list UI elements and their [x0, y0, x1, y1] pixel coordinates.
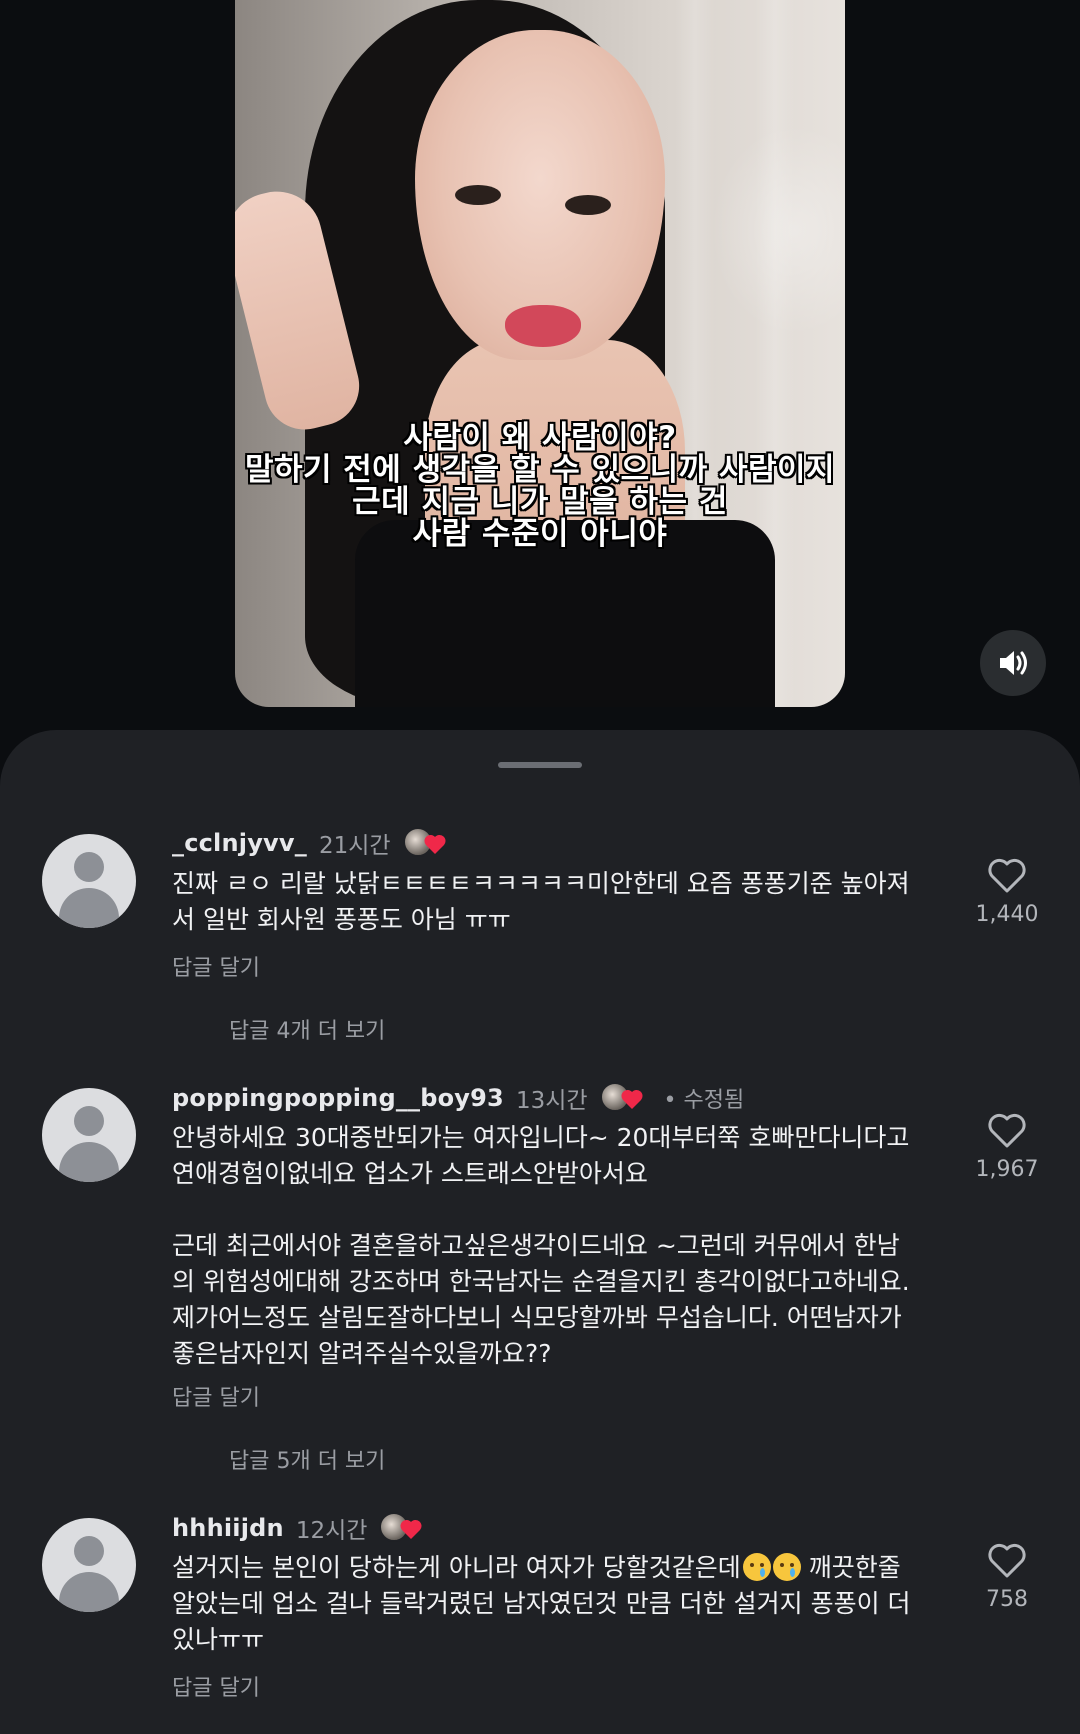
like-count: 1,440: [975, 902, 1039, 927]
like-button[interactable]: 1,440: [962, 858, 1052, 927]
creator-liked-badge: [379, 1512, 422, 1544]
heart-filled-icon: [621, 1089, 643, 1109]
comment-meta: poppingpopping__boy93 13시간 • 수정됨: [172, 1081, 744, 1115]
app-root: 사람이 왜 사람이야? 말하기 전에 생각을 할 수 있으니까 사람이지 근데 …: [0, 0, 1080, 1734]
comment-meta: hhhiijdn 12시간: [172, 1511, 422, 1545]
creator-liked-badge: [402, 827, 446, 859]
heart-outline-icon: [988, 1543, 1026, 1578]
comment-username[interactable]: _cclnjyvv_: [172, 829, 307, 857]
view-more-replies-button[interactable]: 답글 5개 더 보기: [229, 1443, 385, 1475]
view-more-replies-button[interactable]: 답글 4개 더 보기: [229, 1013, 385, 1045]
comment-paragraph: 진짜 ㄹㅇ 리랄 났닭ㅌㅌㅌㅌㅋㅋㅋㅋㅋ미안한데 요즘 퐁퐁기준 높아져서 일반…: [172, 869, 910, 934]
heart-outline-icon: [988, 1113, 1026, 1148]
comments-sheet: _cclnjyvv_ 21시간 진짜 ㄹㅇ 리랄 났닭ㅌㅌㅌㅌㅋㅋㅋㅋㅋ미안한데…: [0, 730, 1080, 1734]
reply-button[interactable]: 답글 달기: [172, 1380, 260, 1412]
like-button[interactable]: 758: [962, 1543, 1052, 1612]
creator-liked-badge: [599, 1082, 643, 1114]
avatar-head: [74, 1536, 104, 1566]
speaker-icon: [1000, 651, 1027, 675]
video-player[interactable]: [235, 0, 845, 707]
like-count: 758: [986, 1587, 1028, 1612]
comment-time: 12시간: [295, 1518, 368, 1544]
like-button[interactable]: 1,967: [962, 1113, 1052, 1182]
comment-username[interactable]: hhhiijdn: [172, 1514, 284, 1542]
sound-toggle-button[interactable]: [980, 630, 1046, 696]
avatar-body: [59, 1142, 119, 1182]
heart-outline-icon: [988, 858, 1026, 893]
video-area: 사람이 왜 사람이야? 말하기 전에 생각을 할 수 있으니까 사람이지 근데 …: [0, 0, 1080, 740]
crying-face-emoji: [742, 1553, 771, 1581]
avatar[interactable]: [42, 1088, 136, 1182]
comment-time: 13시간: [515, 1088, 588, 1114]
comment-paragraph: 근데 최근에서야 결혼을하고싶은생각이드네요 ~그런데 커뮤에서 한남의 위험성…: [172, 1231, 910, 1368]
reply-button[interactable]: 답글 달기: [172, 1670, 260, 1702]
edited-label: • 수정됨: [663, 1088, 745, 1113]
comment-meta: _cclnjyvv_ 21시간: [172, 826, 446, 860]
avatar[interactable]: [42, 834, 136, 928]
video-subtitle: 사람이 왜 사람이야? 말하기 전에 생각을 할 수 있으니까 사람이지 근데 …: [0, 422, 1080, 550]
avatar-head: [74, 852, 104, 882]
video-person-face: [415, 30, 665, 360]
comment-text: 진짜 ㄹㅇ 리랄 났닭ㅌㅌㅌㅌㅋㅋㅋㅋㅋ미안한데 요즘 퐁퐁기준 높아져서 일반…: [172, 866, 912, 938]
comment-text-part: 설거지는 본인이 당하는게 아니라 여자가 당할것같은데: [172, 1553, 741, 1582]
reply-button[interactable]: 답글 달기: [172, 950, 260, 982]
crying-face-emoji: [772, 1553, 801, 1581]
heart-filled-icon: [400, 1519, 422, 1539]
avatar-body: [59, 1572, 119, 1612]
avatar-head: [74, 1106, 104, 1136]
sheet-drag-handle[interactable]: [498, 762, 582, 768]
subtitle-line: 말하기 전에 생각을 할 수 있으니까 사람이지: [244, 452, 836, 488]
heart-filled-icon: [424, 834, 446, 854]
comment-text: 안녕하세요 30대중반되가는 여자입니다~ 20대부터쭉 호빠만다니다고 연애경…: [172, 1120, 912, 1372]
video-person-eye: [565, 195, 611, 215]
comment-text: 설거지는 본인이 당하는게 아니라 여자가 당할것같은데 깨끗한줄 알았는데 업…: [172, 1550, 912, 1658]
subtitle-line: 사람이 왜 사람이야?: [403, 420, 677, 456]
avatar-body: [59, 888, 119, 928]
avatar[interactable]: [42, 1518, 136, 1612]
video-person-lips: [505, 305, 581, 347]
subtitle-line: 근데 지금 니가 말을 하는 건: [352, 484, 728, 520]
comment-paragraph: 안녕하세요 30대중반되가는 여자입니다~ 20대부터쭉 호빠만다니다고 연애경…: [172, 1123, 910, 1188]
comment-username[interactable]: poppingpopping__boy93: [172, 1084, 504, 1112]
like-count: 1,967: [975, 1157, 1039, 1182]
subtitle-line: 사람 수준이 아니야: [412, 516, 668, 552]
comment-time: 21시간: [318, 833, 391, 859]
video-person-eye: [455, 185, 501, 205]
